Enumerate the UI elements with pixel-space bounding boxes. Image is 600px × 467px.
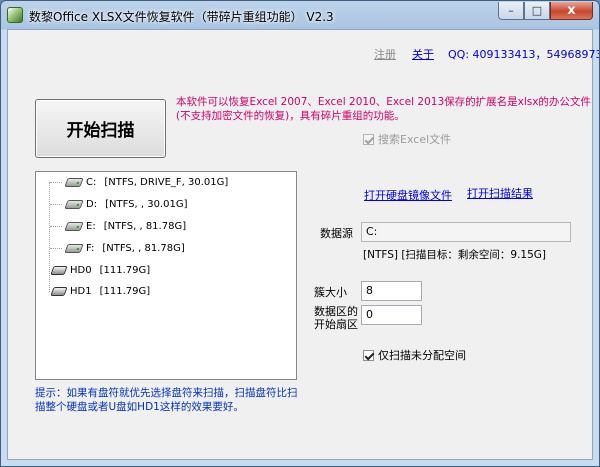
unallocated-only-label: 仅扫描未分配空间 bbox=[378, 349, 466, 362]
disk-info: [111.79G] bbox=[99, 285, 151, 297]
open-results-link[interactable]: 打开扫描结果 bbox=[467, 185, 533, 201]
title-bar[interactable]: 数黎Office XLSX文件恢复软件（带碎片重组功能） V2.3 – □ x bbox=[1, 1, 599, 29]
minimize-icon: – bbox=[508, 4, 514, 17]
unallocated-only-checkbox[interactable] bbox=[363, 350, 374, 361]
drive-icon bbox=[64, 243, 84, 253]
maximize-icon: □ bbox=[531, 4, 543, 17]
about-link[interactable]: 关于 bbox=[412, 46, 434, 62]
open-image-link[interactable]: 打开硬盘镜像文件 bbox=[364, 187, 452, 203]
disk-info: [111.79G] bbox=[99, 264, 151, 276]
description-text: 本软件可以恢复Excel 2007、Excel 2010、Excel 2013保… bbox=[176, 96, 591, 122]
drive-tree[interactable]: C: [NTFS, DRIVE_F, 30.01G] D: [NTFS, , 3… bbox=[35, 171, 297, 380]
tree-connector bbox=[50, 203, 62, 205]
start-sector-label-line2: 开始扇区 bbox=[314, 318, 358, 331]
tip-text: 提示：如果有盘符就优先选择盘符来扫描，扫描盘符比扫描整个硬盘或者U盘如HD1这样… bbox=[35, 387, 298, 413]
tree-item-c[interactable]: C: [NTFS, DRIVE_F, 30.01G] bbox=[40, 174, 228, 190]
disk-name: HD0 bbox=[70, 264, 92, 276]
app-icon bbox=[7, 7, 23, 23]
tree-connector bbox=[50, 247, 62, 249]
search-excel-label: 搜索Excel文件 bbox=[378, 133, 452, 146]
drive-name: D: bbox=[86, 198, 98, 210]
main-panel: 注册 关于 QQ: 409133413，54968973 开始扫描 本软件可以恢… bbox=[7, 29, 599, 460]
start-scan-button[interactable]: 开始扫描 bbox=[35, 99, 166, 158]
window-title: 数黎Office XLSX文件恢复软件（带碎片重组功能） V2.3 bbox=[29, 10, 334, 24]
hard-disk-icon bbox=[50, 265, 68, 275]
drive-info: [NTFS, , 81.78G] bbox=[102, 242, 185, 254]
close-icon: x bbox=[567, 3, 576, 18]
drive-info: [NTFS, , 30.01G] bbox=[105, 198, 188, 210]
drive-name: F: bbox=[86, 242, 95, 254]
tree-item-d[interactable]: D: [NTFS, , 30.01G] bbox=[40, 196, 188, 212]
cluster-size-input[interactable]: 8 bbox=[361, 281, 422, 301]
drive-icon bbox=[64, 199, 84, 209]
maximize-button[interactable]: □ bbox=[524, 2, 550, 20]
hard-disk-icon bbox=[50, 286, 68, 296]
drive-icon bbox=[64, 177, 84, 187]
tree-connector bbox=[50, 225, 62, 227]
tree-connector bbox=[50, 181, 62, 183]
drive-name: E: bbox=[86, 220, 96, 232]
start-sector-input[interactable]: 0 bbox=[361, 305, 422, 325]
minimize-button[interactable]: – bbox=[498, 2, 524, 20]
unallocated-only-option[interactable]: 仅扫描未分配空间 bbox=[363, 347, 466, 363]
close-button[interactable]: x bbox=[550, 2, 593, 20]
drive-name: C: bbox=[86, 176, 97, 188]
source-label: 数据源 bbox=[320, 227, 353, 240]
tree-item-e[interactable]: E: [NTFS, , 81.78G] bbox=[40, 218, 186, 234]
app-window: 数黎Office XLSX文件恢复软件（带碎片重组功能） V2.3 – □ x … bbox=[0, 0, 600, 467]
qq-contact: QQ: 409133413，54968973 bbox=[448, 48, 600, 61]
disk-name: HD1 bbox=[70, 285, 92, 297]
drive-icon bbox=[64, 221, 84, 231]
source-status: [NTFS] [扫描目标：剩余空间：9.15G] bbox=[363, 249, 547, 261]
tree-item-hd0[interactable]: HD0 [111.79G] bbox=[40, 262, 150, 278]
register-link[interactable]: 注册 bbox=[374, 46, 396, 62]
caption-buttons: – □ x bbox=[498, 2, 593, 22]
drive-info: [NTFS, , 81.78G] bbox=[103, 220, 187, 232]
drive-info: [NTFS, DRIVE_F, 30.01G] bbox=[104, 176, 229, 188]
source-field[interactable]: C: bbox=[361, 222, 571, 242]
tree-item-f[interactable]: F: [NTFS, , 81.78G] bbox=[40, 240, 185, 256]
cluster-size-label: 簇大小 bbox=[314, 286, 347, 299]
tree-item-hd1[interactable]: HD1 [111.79G] bbox=[40, 283, 150, 299]
search-excel-option[interactable]: 搜索Excel文件 bbox=[363, 131, 451, 147]
search-excel-checkbox[interactable] bbox=[363, 134, 374, 145]
